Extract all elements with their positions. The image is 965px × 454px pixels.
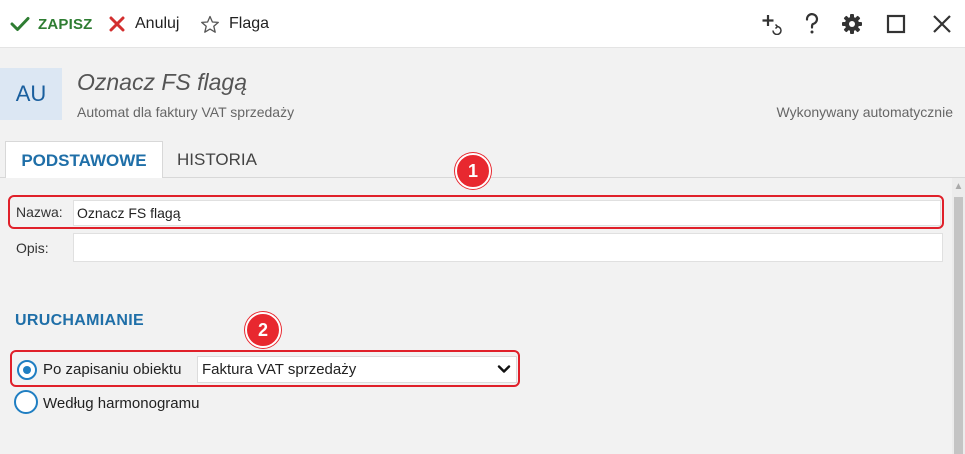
save-button-label: ZAPISZ bbox=[38, 15, 93, 33]
radio-on-save-label: Po zapisaniu obiektu bbox=[43, 361, 182, 378]
add-refresh-icon[interactable] bbox=[760, 12, 784, 36]
avatar: AU bbox=[0, 68, 62, 120]
question-icon[interactable] bbox=[800, 12, 824, 36]
radio-schedule[interactable] bbox=[14, 390, 38, 414]
gear-icon[interactable] bbox=[840, 12, 864, 36]
check-icon bbox=[10, 16, 30, 32]
page-subtitle: Automat dla faktury VAT sprzedaży bbox=[77, 104, 295, 120]
toolbar: ZAPISZ Anuluj Flaga bbox=[0, 0, 965, 48]
radio-on-save[interactable] bbox=[17, 360, 37, 380]
execution-mode-label: Wykonywany automatycznie bbox=[776, 104, 953, 120]
scroll-up-icon[interactable]: ▲ bbox=[952, 180, 965, 192]
object-type-select-value: Faktura VAT sprzedaży bbox=[202, 361, 357, 378]
name-label: Nazwa: bbox=[16, 204, 63, 220]
tab-basic[interactable]: PODSTAWOWE bbox=[5, 141, 163, 179]
name-field[interactable]: Oznacz FS flagą bbox=[73, 200, 941, 226]
radio-schedule-label: Według harmonogramu bbox=[43, 395, 200, 412]
callout-badge-2: 2 bbox=[245, 312, 281, 348]
description-label: Opis: bbox=[16, 240, 49, 256]
callout-badge-1: 1 bbox=[455, 153, 491, 189]
section-title-trigger: URUCHAMIANIE bbox=[15, 312, 144, 329]
description-field[interactable] bbox=[73, 233, 943, 262]
chevron-down-icon bbox=[497, 362, 511, 380]
cancel-button-label: Anuluj bbox=[135, 15, 180, 32]
save-button[interactable]: ZAPISZ bbox=[10, 0, 93, 48]
flag-button[interactable]: Flaga bbox=[200, 0, 269, 48]
page-title: Oznacz FS flagą bbox=[77, 69, 248, 95]
tab-history[interactable]: HISTORIA bbox=[177, 141, 257, 178]
object-type-select[interactable]: Faktura VAT sprzedaży bbox=[197, 356, 517, 383]
flag-button-label: Flaga bbox=[229, 15, 270, 32]
cancel-button[interactable]: Anuluj bbox=[109, 0, 179, 48]
maximize-icon[interactable] bbox=[884, 12, 908, 36]
star-outline-icon bbox=[200, 15, 220, 34]
close-icon[interactable] bbox=[930, 12, 954, 36]
record-header: AU Oznacz FS flagą Automat dla faktury V… bbox=[0, 48, 965, 141]
scrollbar-thumb[interactable] bbox=[954, 197, 963, 454]
x-icon bbox=[109, 16, 125, 32]
